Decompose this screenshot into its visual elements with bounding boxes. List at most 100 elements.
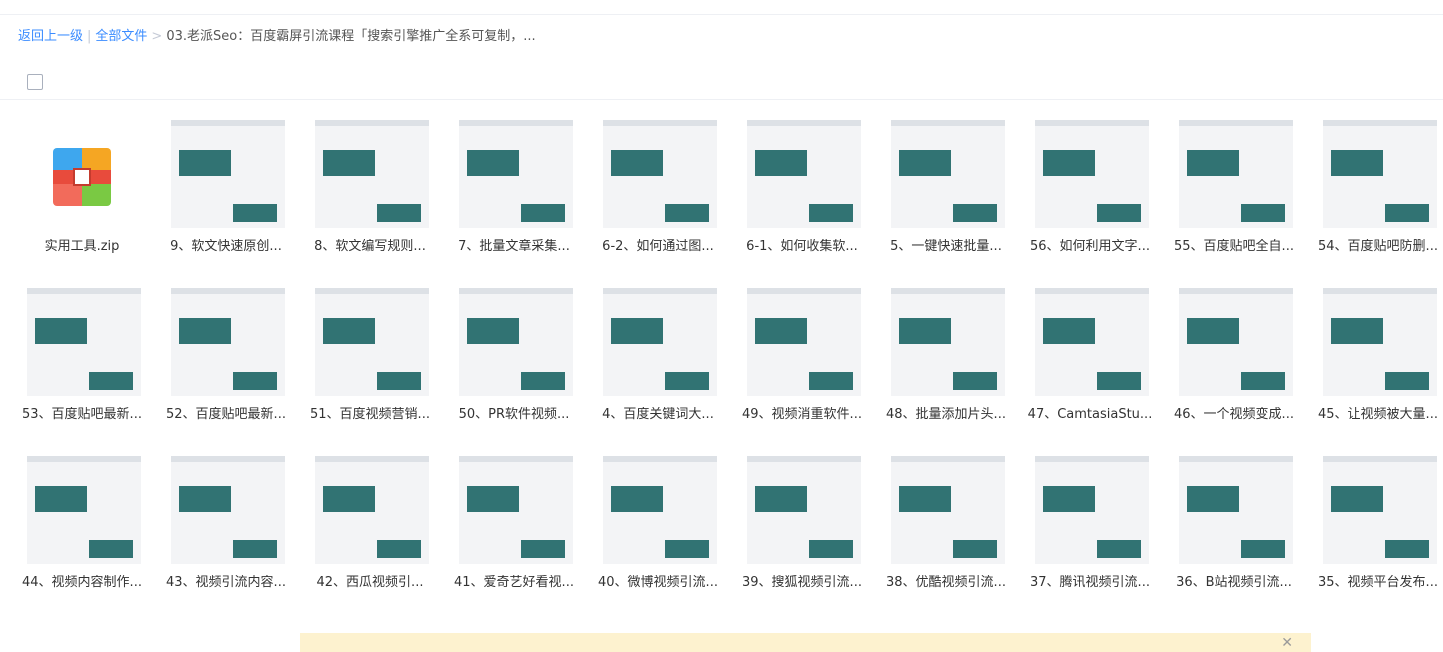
video-thumbnail bbox=[171, 120, 285, 228]
file-item[interactable]: 46、一个视频变成... bbox=[1162, 278, 1306, 438]
file-name: 6-1、如何收集软... bbox=[746, 239, 858, 254]
file-item[interactable]: 42、西瓜视频引... bbox=[298, 446, 442, 606]
top-divider bbox=[0, 14, 1443, 15]
file-item[interactable]: 49、视频消重软件... bbox=[730, 278, 874, 438]
file-item[interactable]: 7、批量文章采集... bbox=[442, 110, 586, 270]
file-item[interactable]: 5、一键快速批量... bbox=[874, 110, 1018, 270]
file-name: 4、百度关键词大... bbox=[602, 407, 714, 422]
file-name: 实用工具.zip bbox=[44, 239, 120, 254]
file-item[interactable]: 43、视频引流内容... bbox=[154, 446, 298, 606]
video-thumbnail bbox=[747, 288, 861, 396]
close-icon[interactable]: ✕ bbox=[1281, 635, 1293, 651]
file-name: 52、百度贴吧最新... bbox=[166, 407, 286, 422]
video-thumbnail bbox=[603, 120, 717, 228]
video-thumbnail bbox=[459, 456, 573, 564]
zip-archive-icon bbox=[53, 148, 111, 206]
file-item[interactable]: 41、爱奇艺好看视... bbox=[442, 446, 586, 606]
file-name: 38、优酷视频引流... bbox=[886, 575, 1006, 590]
video-thumbnail bbox=[1179, 456, 1293, 564]
file-name: 6-2、如何通过图... bbox=[602, 239, 714, 254]
back-link[interactable]: 返回上一级 bbox=[18, 29, 83, 44]
file-name: 40、微博视频引流... bbox=[598, 575, 718, 590]
all-files-link[interactable]: 全部文件 bbox=[95, 29, 147, 44]
video-thumbnail bbox=[1179, 120, 1293, 228]
video-thumbnail bbox=[891, 288, 1005, 396]
file-name: 50、PR软件视频... bbox=[458, 407, 570, 422]
video-thumbnail bbox=[27, 456, 141, 564]
video-thumbnail bbox=[1323, 288, 1437, 396]
file-name: 35、视频平台发布... bbox=[1318, 575, 1438, 590]
file-name: 9、软文快速原创... bbox=[170, 239, 282, 254]
file-name: 45、让视频被大量... bbox=[1318, 407, 1438, 422]
video-thumbnail bbox=[315, 288, 429, 396]
toolbar-divider bbox=[0, 99, 1443, 100]
video-thumbnail bbox=[1035, 120, 1149, 228]
video-thumbnail bbox=[603, 456, 717, 564]
promo-banner: ✕ bbox=[300, 633, 1311, 652]
video-thumbnail bbox=[891, 456, 1005, 564]
file-item[interactable]: 36、B站视频引流... bbox=[1162, 446, 1306, 606]
video-thumbnail bbox=[603, 288, 717, 396]
file-name: 41、爱奇艺好看视... bbox=[454, 575, 574, 590]
file-item[interactable]: 47、CamtasiaStu... bbox=[1018, 278, 1162, 438]
video-thumbnail bbox=[1035, 288, 1149, 396]
file-name: 43、视频引流内容... bbox=[166, 575, 286, 590]
video-thumbnail bbox=[1179, 288, 1293, 396]
file-item[interactable]: 44、视频内容制作... bbox=[10, 446, 154, 606]
file-name: 54、百度贴吧防删... bbox=[1318, 239, 1438, 254]
file-item[interactable]: 8、软文编写规则... bbox=[298, 110, 442, 270]
file-name: 44、视频内容制作... bbox=[22, 575, 142, 590]
video-thumbnail bbox=[891, 120, 1005, 228]
current-folder: 03.老派Seo：百度霸屏引流课程「搜索引擎推广全系可复制，... bbox=[166, 29, 536, 44]
video-thumbnail bbox=[1323, 120, 1437, 228]
chevron-right-icon: > bbox=[151, 29, 163, 44]
file-item[interactable]: 45、让视频被大量... bbox=[1306, 278, 1443, 438]
file-name: 55、百度贴吧全自... bbox=[1174, 239, 1294, 254]
file-name: 8、软文编写规则... bbox=[314, 239, 426, 254]
video-thumbnail bbox=[459, 120, 573, 228]
video-thumbnail bbox=[1323, 456, 1437, 564]
file-item[interactable]: 52、百度贴吧最新... bbox=[154, 278, 298, 438]
video-thumbnail bbox=[315, 456, 429, 564]
file-item[interactable]: 48、批量添加片头... bbox=[874, 278, 1018, 438]
video-thumbnail bbox=[171, 288, 285, 396]
file-name: 56、如何利用文字... bbox=[1030, 239, 1150, 254]
file-item[interactable]: 50、PR软件视频... bbox=[442, 278, 586, 438]
video-thumbnail bbox=[747, 456, 861, 564]
file-name: 36、B站视频引流... bbox=[1176, 575, 1292, 590]
video-thumbnail bbox=[27, 288, 141, 396]
select-all-checkbox[interactable] bbox=[27, 74, 43, 90]
file-name: 47、CamtasiaStu... bbox=[1027, 407, 1153, 422]
file-item[interactable]: 37、腾讯视频引流... bbox=[1018, 446, 1162, 606]
breadcrumb-divider: | bbox=[87, 29, 92, 44]
file-item[interactable]: 实用工具.zip bbox=[10, 110, 154, 270]
file-item[interactable]: 35、视频平台发布... bbox=[1306, 446, 1443, 606]
file-item[interactable]: 51、百度视频营销... bbox=[298, 278, 442, 438]
file-name: 39、搜狐视频引流... bbox=[742, 575, 862, 590]
file-name: 49、视频消重软件... bbox=[742, 407, 862, 422]
file-item[interactable]: 38、优酷视频引流... bbox=[874, 446, 1018, 606]
file-name: 5、一键快速批量... bbox=[890, 239, 1002, 254]
file-name: 37、腾讯视频引流... bbox=[1030, 575, 1150, 590]
file-item[interactable]: 53、百度贴吧最新... bbox=[10, 278, 154, 438]
video-thumbnail bbox=[171, 456, 285, 564]
file-item[interactable]: 6-2、如何通过图... bbox=[586, 110, 730, 270]
breadcrumb: 返回上一级 | 全部文件 >03.老派Seo：百度霸屏引流课程「搜索引擎推广全系可复制… bbox=[18, 29, 536, 45]
file-name: 46、一个视频变成... bbox=[1174, 407, 1294, 422]
video-thumbnail bbox=[1035, 456, 1149, 564]
file-name: 7、批量文章采集... bbox=[458, 239, 570, 254]
file-item[interactable]: 55、百度贴吧全自... bbox=[1162, 110, 1306, 270]
file-item[interactable]: 4、百度关键词大... bbox=[586, 278, 730, 438]
file-item[interactable]: 54、百度贴吧防删... bbox=[1306, 110, 1443, 270]
file-item[interactable]: 40、微博视频引流... bbox=[586, 446, 730, 606]
file-item[interactable]: 6-1、如何收集软... bbox=[730, 110, 874, 270]
video-thumbnail bbox=[315, 120, 429, 228]
file-item[interactable]: 39、搜狐视频引流... bbox=[730, 446, 874, 606]
file-name: 42、西瓜视频引... bbox=[316, 575, 424, 590]
file-name: 53、百度贴吧最新... bbox=[22, 407, 142, 422]
video-thumbnail bbox=[747, 120, 861, 228]
file-item[interactable]: 56、如何利用文字... bbox=[1018, 110, 1162, 270]
file-item[interactable]: 9、软文快速原创... bbox=[154, 110, 298, 270]
video-thumbnail bbox=[459, 288, 573, 396]
file-name: 48、批量添加片头... bbox=[886, 407, 1006, 422]
